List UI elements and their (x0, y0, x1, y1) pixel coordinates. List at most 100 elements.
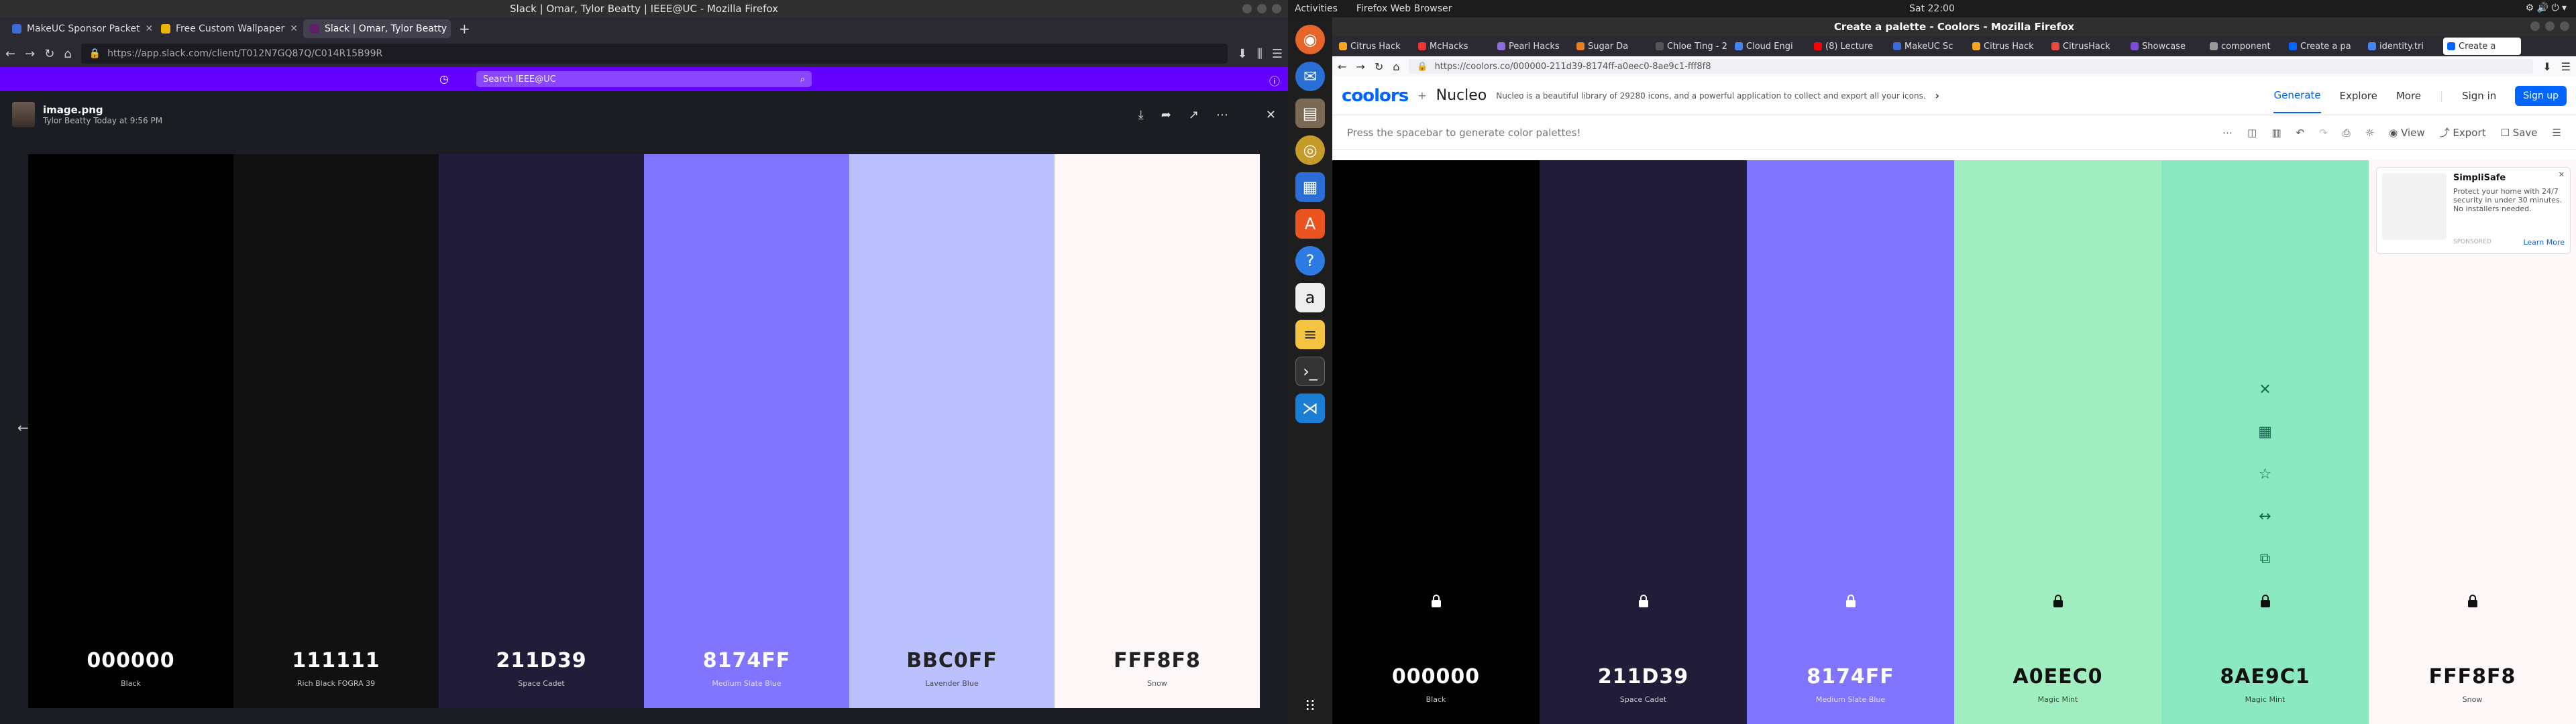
home-icon[interactable]: ⌂ (1393, 60, 1399, 73)
lock-icon[interactable] (1430, 595, 1443, 607)
tab[interactable]: Chloe Ting - 2 (1652, 38, 1729, 55)
forward-icon[interactable]: → (1356, 60, 1364, 73)
close-window-button[interactable] (1272, 4, 1281, 13)
swatch-hex[interactable]: 8AE9C1 (2220, 665, 2310, 688)
save-button[interactable]: ☐ Save (2501, 127, 2538, 139)
export-button[interactable]: ⤴ Export (2440, 125, 2486, 139)
sponsored-ad[interactable]: SimpliSafe Protect your home with 24/7 se… (2376, 167, 2571, 254)
lock-icon[interactable] (2051, 595, 2065, 607)
more-icon[interactable]: ⋯ (1216, 108, 1228, 122)
open-external-icon[interactable]: ↗ (1189, 108, 1199, 122)
software-icon[interactable]: A (1295, 209, 1325, 239)
help-icon[interactable]: ⓘ (1269, 72, 1280, 88)
thunderbird-icon[interactable]: ✉ (1295, 62, 1325, 91)
history-icon[interactable]: ◷ (439, 72, 449, 85)
back-icon[interactable]: ← (5, 47, 15, 61)
help-icon[interactable]: ? (1295, 246, 1325, 276)
library-icon[interactable]: ⫼ (1257, 47, 1263, 61)
undo-icon[interactable]: ↶ (2296, 127, 2305, 139)
tab[interactable]: identity.tri (2364, 38, 2442, 55)
tab[interactable]: McHacks (1414, 38, 1492, 55)
sign-up-button[interactable]: Sign up (2515, 85, 2567, 106)
rhythmbox-icon[interactable]: ◎ (1295, 135, 1325, 165)
nav-more[interactable]: More (2396, 90, 2421, 102)
files-icon[interactable]: ▤ (1295, 99, 1325, 128)
swatch-hex[interactable]: FFF8F8 (2429, 665, 2516, 688)
tab[interactable]: Create a (2443, 38, 2521, 55)
tab[interactable]: MakeUC Sponsor Packet ✕ (5, 19, 153, 38)
sign-in-link[interactable]: Sign in (2462, 90, 2496, 102)
vscode-icon[interactable]: ⋊ (1295, 394, 1325, 423)
nav-generate[interactable]: Generate (2273, 78, 2321, 113)
ad-close-icon[interactable]: ✕ (2559, 170, 2565, 179)
home-icon[interactable]: ⌂ (64, 47, 71, 61)
lock-icon[interactable] (2259, 595, 2272, 607)
writer-icon[interactable]: ▦ (1295, 172, 1325, 202)
tab[interactable]: MakeUC Sc (1889, 38, 1967, 55)
swatch-hex[interactable]: A0EEC0 (2013, 665, 2103, 688)
system-menu-icon[interactable]: ⚙ 🔊 ⏻ ▾ (2526, 3, 2567, 13)
lock-icon[interactable] (1637, 595, 1650, 607)
url-bar[interactable]: 🔒 https://coolors.co/000000-211d39-8174f… (1409, 59, 2534, 74)
download-file-icon[interactable]: ⤓ (1138, 108, 1144, 122)
copy-icon[interactable]: ⧉ (2260, 550, 2271, 567)
share-icon[interactable]: ➦ (1161, 108, 1171, 122)
terminal-icon[interactable]: ›_ (1295, 357, 1325, 386)
tab[interactable]: Cloud Engi (1731, 38, 1809, 55)
nucleo-ad-text[interactable]: Nucleo is a beautiful library of 29280 i… (1496, 91, 1925, 101)
back-icon[interactable]: ← (1338, 60, 1346, 73)
tab[interactable]: Sugar Da (1572, 38, 1650, 55)
swatch-hex[interactable]: 8174FF (1807, 665, 1894, 688)
tab[interactable]: component (2206, 38, 2284, 55)
show-apps-icon[interactable]: ⁝⁝ (1295, 690, 1325, 720)
reload-icon[interactable]: ↻ (1375, 60, 1383, 73)
color-column[interactable]: 211D39 Space Cadet (1540, 160, 1747, 724)
color-column[interactable]: ✕ ▦ ☆ ↔ ⧉ 8AE9C1 Magic Mint (2161, 160, 2369, 724)
maximize-button[interactable] (2545, 21, 2555, 31)
close-icon[interactable]: ✕ (1266, 108, 1276, 122)
forward-icon[interactable]: → (25, 47, 35, 61)
tab-close-icon[interactable]: ✕ (145, 23, 153, 34)
more-options-icon[interactable]: ⋯ (2222, 127, 2233, 139)
minimize-button[interactable] (1242, 4, 1252, 13)
chevron-right-icon[interactable]: › (1935, 89, 1939, 102)
shades-icon[interactable]: ▦ (2258, 424, 2272, 440)
clock[interactable]: Sat 22:00 (1288, 3, 2576, 14)
nucleo-logo[interactable]: Nucleo (1436, 87, 1487, 104)
view-button[interactable]: ◉ View (2389, 127, 2424, 139)
notes-icon[interactable]: ≡ (1295, 320, 1325, 349)
tab[interactable]: Pearl Hacks (1493, 38, 1571, 55)
tab-close-icon[interactable]: ✕ (290, 23, 298, 34)
close-window-button[interactable] (2560, 21, 2569, 31)
tab[interactable]: Free Custom Wallpaper ✕ (154, 19, 302, 38)
maximize-button[interactable] (1257, 4, 1267, 13)
lock-icon[interactable] (2466, 595, 2479, 607)
activities-button[interactable]: Activities (1295, 3, 1338, 14)
reload-icon[interactable]: ↻ (44, 47, 54, 61)
tab[interactable]: Citrus Hack (1335, 38, 1413, 55)
window-controls[interactable] (1242, 4, 1281, 13)
tab[interactable]: Slack | Omar, Tylor Beatty✕ (303, 19, 451, 38)
ad-cta[interactable]: Learn More (2523, 238, 2565, 247)
minimize-button[interactable] (2530, 21, 2540, 31)
firefox-icon[interactable]: ◉ (1295, 25, 1325, 54)
tab[interactable]: Showcase (2127, 38, 2204, 55)
swatch-hex[interactable]: 211D39 (1598, 665, 1688, 688)
remove-icon[interactable]: ✕ (2259, 381, 2271, 398)
menu-icon[interactable]: ☰ (1272, 47, 1283, 61)
hamburger-icon[interactable]: ☰ (2553, 127, 2561, 139)
redo-icon[interactable]: ↷ (2319, 127, 2328, 139)
amazon-icon[interactable]: a (1295, 283, 1325, 312)
slack-search[interactable]: Search IEEE@UC ⌕ (476, 71, 812, 87)
url-bar[interactable]: 🔒 https://app.slack.com/client/T012N7GQ8… (80, 44, 1228, 64)
color-column[interactable]: SimpliSafe Protect your home with 24/7 se… (2369, 160, 2576, 724)
drag-icon[interactable]: ↔ (2259, 508, 2271, 525)
sidebar-icon[interactable]: ▥ (2271, 127, 2281, 139)
previous-icon[interactable]: ← (17, 420, 29, 436)
lock-icon[interactable] (1844, 595, 1858, 607)
tab[interactable]: Create a pa (2285, 38, 2363, 55)
adjust-icon[interactable]: ☼ (2365, 127, 2374, 139)
color-column[interactable]: 8174FF Medium Slate Blue (1747, 160, 1954, 724)
color-column[interactable]: A0EEC0 Magic Mint (1954, 160, 2161, 724)
download-icon[interactable]: ⬇ (1237, 47, 1247, 61)
